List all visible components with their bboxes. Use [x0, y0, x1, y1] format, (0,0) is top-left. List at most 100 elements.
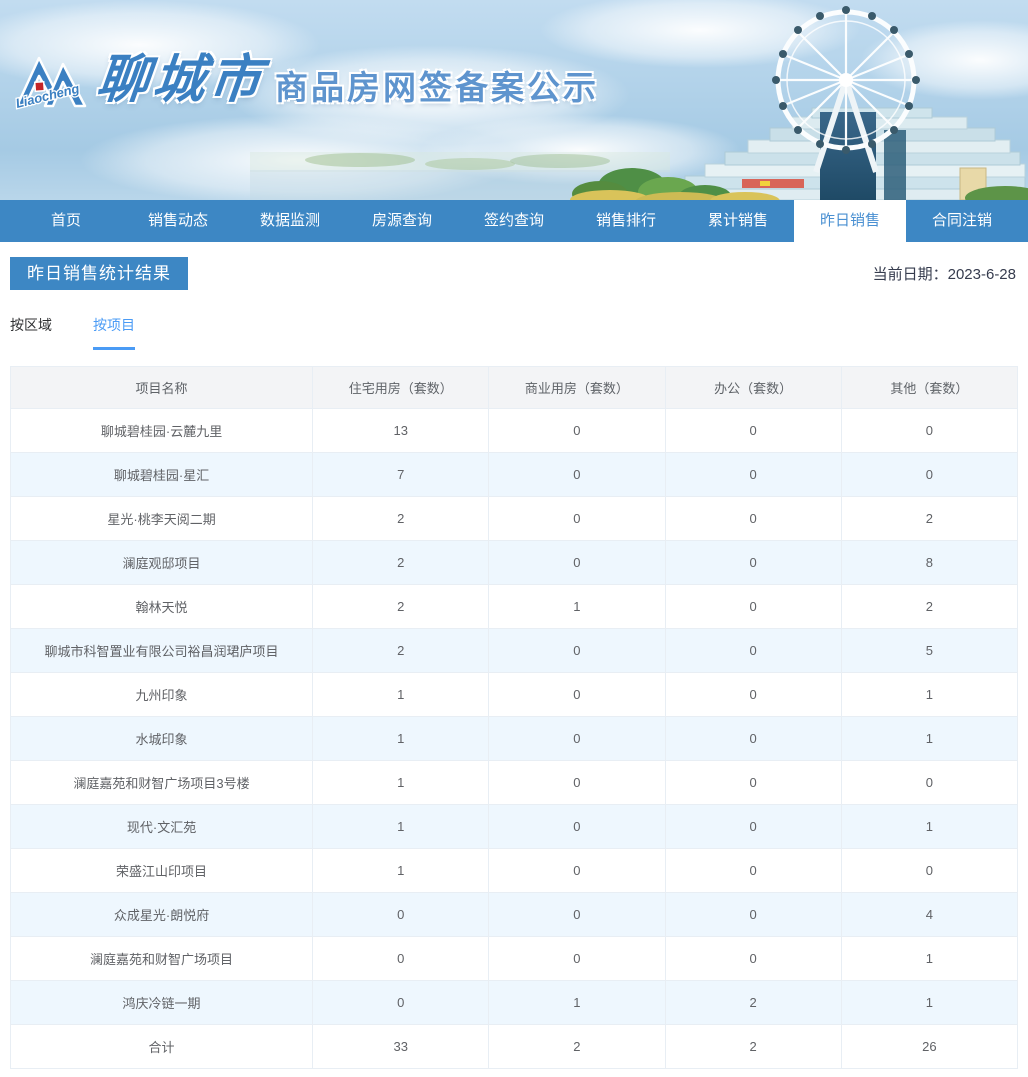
table-cell: 现代·文汇苑 [11, 805, 313, 849]
table-row: 九州印象1001 [11, 673, 1018, 717]
table-cell: 0 [489, 541, 665, 585]
table-body: 聊城碧桂园·云麓九里13000聊城碧桂园·星汇7000星光·桃李天阅二期2002… [11, 409, 1018, 1069]
current-date-label: 当前日期：2023-6-28 [873, 263, 1018, 284]
table-cell: 8 [841, 541, 1017, 585]
column-header: 办公（套数） [665, 367, 841, 409]
table-cell: 聊城碧桂园·星汇 [11, 453, 313, 497]
nav-item-8[interactable]: 昨日销售 [794, 200, 906, 242]
table-header-row: 项目名称住宅用房（套数）商业用房（套数）办公（套数）其他（套数） [11, 367, 1018, 409]
table-row: 聊城碧桂园·云麓九里13000 [11, 409, 1018, 453]
table-cell: 2 [665, 1025, 841, 1069]
banner: Liaocheng 聊城市 商品房网签备案公示 [0, 0, 1028, 200]
table-cell: 1 [841, 717, 1017, 761]
table-cell: 1 [313, 717, 489, 761]
table-cell: 4 [841, 893, 1017, 937]
tab-2[interactable]: 按项目 [93, 315, 135, 350]
table-cell: 7 [313, 453, 489, 497]
banner-branding: Liaocheng 聊城市 商品房网签备案公示 [15, 50, 599, 114]
table-cell: 1 [313, 805, 489, 849]
table-cell: 1 [313, 761, 489, 805]
table-cell: 众成星光·朗悦府 [11, 893, 313, 937]
table-cell: 0 [841, 453, 1017, 497]
nav-item-5[interactable]: 签约查询 [458, 200, 570, 242]
table-row: 荣盛江山印项目1000 [11, 849, 1018, 893]
table-cell: 1 [841, 981, 1017, 1025]
table-cell: 合计 [11, 1025, 313, 1069]
table-cell: 0 [665, 453, 841, 497]
column-header: 项目名称 [11, 367, 313, 409]
table-row: 翰林天悦2102 [11, 585, 1018, 629]
table-cell: 0 [841, 761, 1017, 805]
table-cell: 0 [665, 717, 841, 761]
table-cell: 2 [489, 1025, 665, 1069]
table-cell: 1 [841, 805, 1017, 849]
table-cell: 0 [665, 849, 841, 893]
table-cell: 1 [841, 937, 1017, 981]
table-cell: 33 [313, 1025, 489, 1069]
table-cell: 0 [489, 497, 665, 541]
table-cell: 26 [841, 1025, 1017, 1069]
column-header: 商业用房（套数） [489, 367, 665, 409]
nav-item-7[interactable]: 累计销售 [682, 200, 794, 242]
nav-item-1[interactable]: 首页 [10, 200, 122, 242]
table-cell: 1 [841, 673, 1017, 717]
table-row: 聊城碧桂园·星汇7000 [11, 453, 1018, 497]
table-cell: 星光·桃李天阅二期 [11, 497, 313, 541]
table-cell: 1 [313, 849, 489, 893]
nav-item-2[interactable]: 销售动态 [122, 200, 234, 242]
table-cell: 0 [489, 937, 665, 981]
view-tabs: 按区域 按项目 [10, 315, 1018, 350]
table-cell: 0 [665, 805, 841, 849]
table-cell: 0 [665, 409, 841, 453]
city-name: 聊城市 [94, 50, 268, 110]
site-title: 商品房网签备案公示 [275, 68, 599, 108]
table-cell: 聊城碧桂园·云麓九里 [11, 409, 313, 453]
nav-item-6[interactable]: 销售排行 [570, 200, 682, 242]
table-row: 水城印象1001 [11, 717, 1018, 761]
table-cell: 2 [313, 541, 489, 585]
column-header: 其他（套数） [841, 367, 1017, 409]
table-cell: 九州印象 [11, 673, 313, 717]
table-cell: 水城印象 [11, 717, 313, 761]
table-cell: 2 [665, 981, 841, 1025]
table-cell: 2 [841, 585, 1017, 629]
table-cell: 0 [489, 673, 665, 717]
sales-statistics-table: 项目名称住宅用房（套数）商业用房（套数）办公（套数）其他（套数） 聊城碧桂园·云… [10, 366, 1018, 1069]
table-cell: 鸿庆冷链一期 [11, 981, 313, 1025]
main-content: 昨日销售统计结果 当前日期：2023-6-28 按区域 按项目 项目名称住宅用房（… [0, 257, 1028, 1069]
table-cell: 0 [489, 409, 665, 453]
table-cell: 1 [489, 981, 665, 1025]
table-cell: 0 [313, 937, 489, 981]
table-cell: 0 [489, 629, 665, 673]
table-cell: 0 [489, 717, 665, 761]
nav-item-3[interactable]: 数据监测 [234, 200, 346, 242]
table-row: 众成星光·朗悦府0004 [11, 893, 1018, 937]
table-cell: 荣盛江山印项目 [11, 849, 313, 893]
table-cell: 5 [841, 629, 1017, 673]
nav-item-9[interactable]: 合同注销 [906, 200, 1018, 242]
table-cell: 0 [489, 805, 665, 849]
title-row: 昨日销售统计结果 当前日期：2023-6-28 [10, 257, 1018, 290]
table-cell: 聊城市科智置业有限公司裕昌润珺庐项目 [11, 629, 313, 673]
table-cell: 0 [665, 893, 841, 937]
table-cell: 0 [489, 761, 665, 805]
table-cell: 0 [665, 541, 841, 585]
section-title-badge: 昨日销售统计结果 [10, 257, 188, 290]
table-cell: 2 [313, 585, 489, 629]
nav-bar: 首页销售动态数据监测房源查询签约查询销售排行累计销售昨日销售合同注销 [0, 200, 1028, 242]
table-cell: 2 [313, 629, 489, 673]
table-cell: 0 [313, 893, 489, 937]
table-cell: 1 [489, 585, 665, 629]
table-cell: 0 [841, 849, 1017, 893]
nav-item-4[interactable]: 房源查询 [346, 200, 458, 242]
table-total-row: 合计332226 [11, 1025, 1018, 1069]
table-cell: 0 [665, 585, 841, 629]
tab-1[interactable]: 按区域 [10, 315, 52, 350]
mountain-m-logo-icon: Liaocheng [15, 50, 87, 114]
table-row: 澜庭嘉苑和财智广场项目3号楼1000 [11, 761, 1018, 805]
table-cell: 0 [665, 761, 841, 805]
table-row: 澜庭嘉苑和财智广场项目0001 [11, 937, 1018, 981]
table-cell: 翰林天悦 [11, 585, 313, 629]
column-header: 住宅用房（套数） [313, 367, 489, 409]
table-row: 澜庭观邸项目2008 [11, 541, 1018, 585]
